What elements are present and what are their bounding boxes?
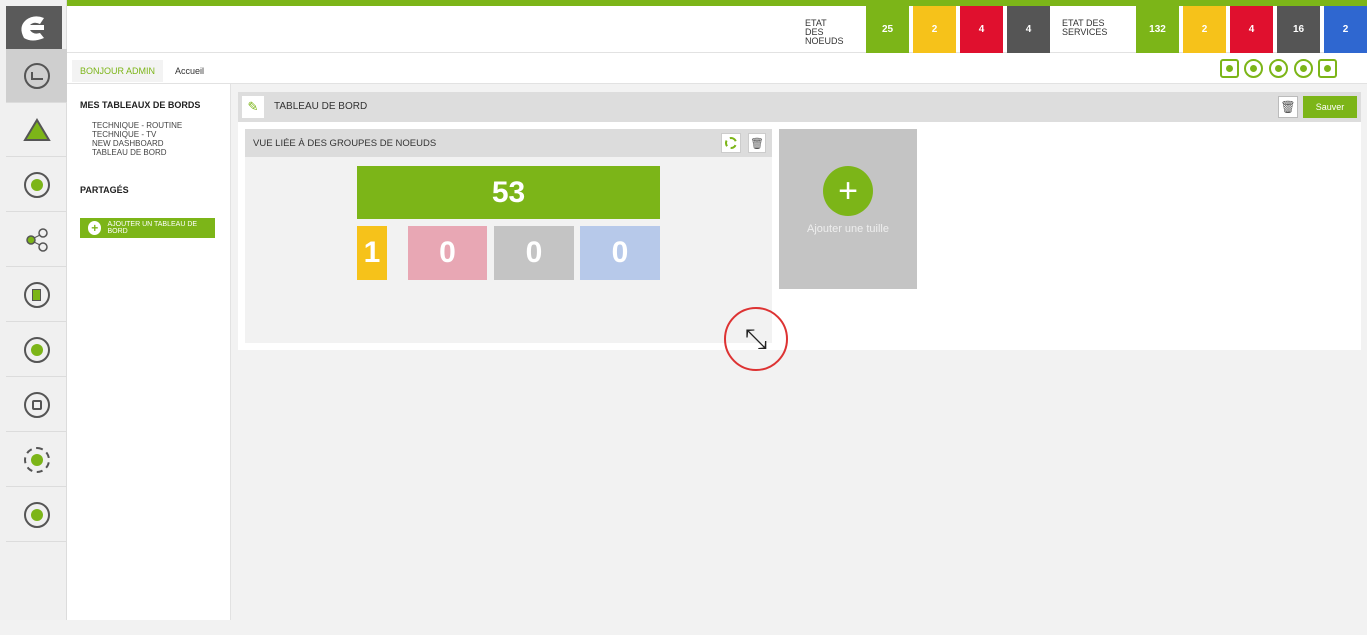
board-link[interactable]: NEW DASHBOARD [92,139,164,148]
service-count-ok[interactable]: 132 [1136,6,1179,53]
history-icon [23,171,50,198]
share-icon [25,227,48,252]
nav-alerts[interactable] [6,103,67,157]
mail-icon[interactable] [1244,59,1263,78]
user-icon[interactable] [1220,59,1239,78]
add-board-button[interactable]: + AJOUTER UN TABLEAU DE BORD [80,218,215,238]
board-link[interactable]: TECHNIQUE - ROUTINE [92,121,182,130]
nav-topology[interactable] [6,378,67,432]
topology-icon [23,391,50,418]
save-button[interactable]: Sauver [1303,96,1357,118]
search-icon[interactable] [1269,59,1288,78]
tile-title: VUE LIÉE À DES GROUPES DE NOEUDS [253,138,437,149]
node-count-critical[interactable]: 4 [960,6,1003,53]
total-count: 53 [357,166,660,219]
resize-cursor-icon: ⤡ [724,307,788,371]
greeting: BONJOUR ADMIN [72,60,164,82]
breadcrumb[interactable]: Accueil [175,60,204,82]
service-count-warning[interactable]: 2 [1183,6,1226,53]
critical-count: 0 [408,226,487,280]
node-count-warning[interactable]: 2 [913,6,956,53]
board-toolbar: ✎ TABLEAU DE BORD 🗑 Sauver [238,92,1361,122]
nav-reports[interactable] [6,268,67,322]
plus-icon: + [823,166,873,216]
top-bar: ETAT DES NOEUDS 25 2 4 4 ETAT DES SERVIC… [67,0,1367,53]
left-rail [0,0,67,620]
nav-info[interactable] [6,488,67,542]
nav-share[interactable] [6,213,67,267]
nav-dashboard[interactable] [6,49,67,103]
plus-icon: + [88,221,102,235]
my-boards-heading: MES TABLEAUX DE BORDS [80,100,201,110]
dashboard-icon [23,62,50,89]
dashboard-area: ✎ TABLEAU DE BORD 🗑 Sauver VUE LIÉE À DE… [238,92,1361,350]
nav-history[interactable] [6,158,67,212]
trash-icon[interactable]: 🗑 [1278,96,1298,118]
pending-count: 0 [580,226,660,280]
nav-satellite[interactable] [6,323,67,377]
settings-icon [23,446,50,473]
shared-heading: PARTAGÉS [80,185,129,195]
add-board-label: AJOUTER UN TABLEAU DE BORD [107,221,198,235]
board-link[interactable]: TABLEAU DE BORD [92,148,167,157]
board-link[interactable]: TECHNIQUE - TV [92,130,156,139]
sub-header: BONJOUR ADMIN Accueil [67,53,1367,84]
node-count-ok[interactable]: 25 [866,6,909,53]
service-count-critical[interactable]: 4 [1230,6,1273,53]
help-icon[interactable] [1294,59,1313,78]
service-count-pending[interactable]: 2 [1324,6,1367,53]
satellite-icon [23,336,50,363]
report-icon [23,281,50,308]
boards-panel: MES TABLEAUX DE BORDS TECHNIQUE - ROUTIN… [67,84,231,620]
service-count-unknown[interactable]: 16 [1277,6,1320,53]
alert-icon [22,117,51,141]
lock-icon[interactable] [1318,59,1337,78]
warning-count: 1 [357,226,387,280]
nav-settings[interactable] [6,433,67,487]
logo-icon[interactable] [6,6,62,49]
board-title: TABLEAU DE BORD [274,101,368,112]
info-icon [23,501,50,528]
add-tile-button[interactable]: + Ajouter une tuille [779,129,917,289]
node-count-unknown[interactable]: 4 [1007,6,1050,53]
tile-node-groups[interactable]: VUE LIÉE À DES GROUPES DE NOEUDS 🗑 53 1 … [245,129,772,343]
unknown-count: 0 [494,226,574,280]
tile-header: VUE LIÉE À DES GROUPES DE NOEUDS 🗑 [245,129,772,157]
nodes-state-label: ETAT DES NOEUDS [805,18,844,46]
services-state-label: ETAT DES SERVICES [1062,18,1108,37]
tile-trash-icon[interactable]: 🗑 [748,133,766,153]
add-tile-label: Ajouter une tuille [807,223,889,235]
gear-icon[interactable] [721,133,741,153]
pencil-icon[interactable]: ✎ [242,96,264,118]
